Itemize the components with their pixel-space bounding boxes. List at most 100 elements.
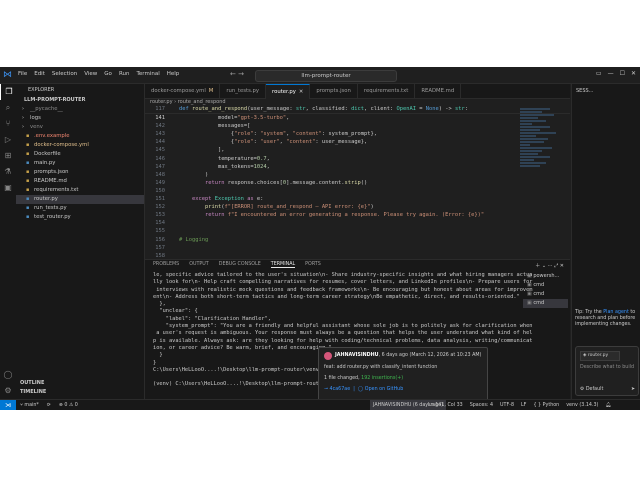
menu-item-view[interactable]: View — [84, 71, 97, 77]
extensions-icon[interactable]: ⊞ — [0, 148, 16, 164]
open-github-link[interactable]: ◯ Open on GitHub — [358, 387, 403, 392]
tree-folder[interactable]: › __pycache__ — [16, 105, 144, 114]
tab-run-tests-py[interactable]: run_tests.py — [220, 84, 267, 98]
terminal-line: a user's request is ambiguous. Your resp… — [153, 330, 533, 337]
terminal-line: le, specific advice tailored to the user… — [153, 272, 533, 278]
sync-icon[interactable]: ⟳ — [47, 400, 51, 410]
commit-date: , 6 days ago (March 12, 2026 at 10:23 AM… — [378, 353, 482, 358]
close-icon[interactable]: ✕ — [631, 70, 636, 77]
layout-icon[interactable]: ▭ — [596, 70, 602, 77]
indentation[interactable]: Spaces: 4 — [470, 400, 493, 410]
cursor-position[interactable]: Ln 141, Col 33 — [428, 400, 463, 410]
command-center-search[interactable]: llm-prompt-router — [255, 70, 397, 82]
language-mode[interactable]: { } Python — [533, 400, 559, 410]
file-icon: ▪ — [26, 142, 30, 148]
minimap[interactable] — [520, 107, 560, 257]
line-ending[interactable]: LF — [521, 400, 526, 410]
line-number: 154 — [155, 220, 165, 227]
tree-file[interactable]: ▪ .env.example — [16, 132, 144, 141]
tab-requirements-txt[interactable]: requirements.txt — [358, 84, 416, 98]
problems-indicator[interactable]: ⊗ 0 ⚠ 0 — [59, 400, 78, 410]
search-icon[interactable]: ⌕ — [0, 100, 16, 116]
terminal-instance-label: cmd — [533, 282, 545, 288]
code-editor[interactable]: 117 def route_and_respond(user_message: s… — [145, 105, 570, 259]
tab-readme-md[interactable]: README.md — [415, 84, 462, 98]
close-tab-icon[interactable]: ✕ — [299, 89, 303, 95]
panel-tab-terminal[interactable]: TERMINAL — [270, 262, 296, 268]
code-line: 147 max_tokens=1024, — [145, 163, 570, 171]
context-chip[interactable]: ◈ router.py — [580, 351, 620, 361]
tree-folder[interactable]: › logs — [16, 114, 144, 123]
testing-icon[interactable]: ⚗ — [0, 164, 16, 180]
menu-item-run[interactable]: Run — [119, 71, 130, 77]
source-control-icon[interactable]: ⑂ — [0, 116, 16, 132]
line-number: 155 — [155, 228, 165, 235]
run-debug-icon[interactable]: ▷ — [0, 132, 16, 148]
tree-file[interactable]: ▪ prompts.json — [16, 168, 144, 177]
branch-indicator[interactable]: ⑂ main* — [20, 400, 39, 410]
menu-item-file[interactable]: File — [18, 71, 27, 77]
menu-item-selection[interactable]: Selection — [52, 71, 77, 77]
tree-file[interactable]: ▪ main.py — [16, 159, 144, 168]
tree-file[interactable]: ▪ requirements.txt — [16, 186, 144, 195]
code-line: 148 ) — [145, 171, 570, 179]
code-text: def route_and_respond(user_message: str,… — [179, 106, 468, 112]
tree-file[interactable]: ▪ router.py — [16, 195, 144, 204]
window-controls: ▭ — ☐ ✕ — [596, 70, 636, 77]
commit-hash-link[interactable]: ⊸ 4ca67ae — [324, 387, 350, 392]
tree-file[interactable]: ▪ Dockerfile — [16, 150, 144, 159]
plan-agent-link[interactable]: Plan agent — [603, 310, 629, 315]
timeline-section[interactable]: TIMELINE — [16, 388, 144, 397]
manage-gear-icon[interactable]: ⚙ — [0, 383, 16, 399]
send-icon[interactable]: ➤ — [631, 387, 635, 392]
terminal-line: }, — [153, 301, 166, 308]
menu-item-go[interactable]: Go — [104, 71, 112, 77]
terminal-instance[interactable]: ▣ cmd — [523, 299, 568, 308]
remote-explorer-icon[interactable]: ▣ — [0, 180, 16, 196]
panel-tab-ports[interactable]: PORTS — [305, 262, 321, 268]
code-text: temperature=0.7, — [179, 155, 270, 162]
panel-controls[interactable]: ＋ ⌄ ⋯ ⤢ ✕ — [535, 262, 564, 269]
menu-item-edit[interactable]: Edit — [34, 71, 45, 77]
chat-input[interactable]: Describe what to build — [580, 365, 634, 370]
encoding[interactable]: UTF-8 — [500, 400, 514, 410]
terminal-instance[interactable]: ▣ powersh... — [523, 272, 568, 281]
tree-file[interactable]: ▪ test_router.py — [16, 213, 144, 222]
notifications-icon[interactable]: 🔔︎ — [605, 400, 611, 410]
nav-arrows-icon[interactable]: ← → — [230, 70, 244, 78]
terminal-instance[interactable]: ▣ cmd — [523, 281, 568, 290]
menu-item-help[interactable]: Help — [167, 71, 180, 77]
menu-item-terminal[interactable]: Terminal — [136, 71, 159, 77]
tree-file[interactable]: ▪ docker-compose.yml — [16, 141, 144, 150]
code-text: # Logging — [179, 236, 209, 243]
tree-file[interactable]: ▪ run_tests.py — [16, 204, 144, 213]
tab-docker-compose-yml[interactable]: docker-compose.yml M — [145, 84, 221, 98]
modified-badge: M — [208, 88, 214, 94]
panel-tab-problems[interactable]: PROBLEMS — [153, 262, 179, 268]
maximize-icon[interactable]: ☐ — [620, 70, 625, 77]
terminal-line: interviews with realistic mock questions… — [153, 286, 533, 293]
code-line: 141 model="gpt-3.5-turbo", — [145, 114, 570, 122]
python-interpreter[interactable]: venv (3.14.3) — [566, 400, 598, 410]
tree-file[interactable]: ▪ README.md — [16, 177, 144, 186]
minimize-icon[interactable]: — — [608, 70, 614, 77]
tree-item-label: logs — [30, 115, 41, 121]
panel-tab-debug-console[interactable]: DEBUG CONSOLE — [219, 262, 261, 268]
panel-tab-output[interactable]: OUTPUT — [189, 262, 209, 268]
code-line: 157 — [145, 244, 570, 252]
tree-folder[interactable]: › venv — [16, 123, 144, 132]
line-number: 158 — [155, 252, 165, 259]
remote-indicator-icon[interactable]: ⋊ — [0, 400, 16, 410]
code-text: return response.choices[0].message.conte… — [204, 179, 368, 186]
code-text: print(f"[ERROR] route_and_respond — API … — [204, 204, 374, 211]
explorer-icon[interactable]: ❐ — [0, 84, 17, 100]
outline-section[interactable]: OUTLINE — [16, 379, 144, 388]
tab-router-py[interactable]: router.py ✕ — [266, 84, 311, 99]
terminal-instance[interactable]: ▣ cmd — [523, 290, 568, 299]
project-folder[interactable]: LLM-PROMPT-ROUTER — [16, 96, 144, 105]
mode-picker[interactable]: ⚙ Default — [580, 387, 603, 392]
chat-input-box[interactable]: ◈ router.py Describe what to build ⚙ Def… — [575, 346, 639, 396]
tab-prompts-json[interactable]: prompts.json — [310, 84, 358, 98]
line-number: 145 — [155, 147, 165, 154]
account-icon[interactable]: ◯ — [0, 367, 16, 383]
